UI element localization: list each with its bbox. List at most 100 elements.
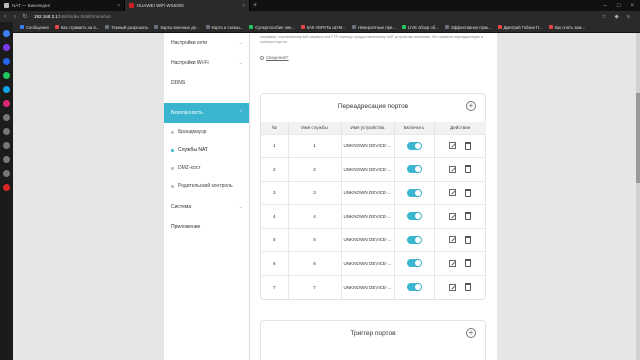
messenger-icon[interactable] (3, 44, 10, 51)
edit-icon[interactable] (449, 142, 457, 150)
back-icon[interactable]: ‹ (0, 14, 10, 20)
browser-tab[interactable]: NAT — Википедия × (0, 0, 125, 11)
forward-icon[interactable]: › (10, 14, 20, 20)
cell-actions (434, 133, 486, 158)
edit-icon[interactable] (449, 212, 457, 220)
settings-icon[interactable] (3, 170, 10, 177)
trash-icon[interactable] (465, 259, 472, 268)
home-icon[interactable] (3, 30, 10, 37)
menu-icon[interactable]: ≡ (627, 14, 630, 20)
bookmark-item[interactable]: Как стримить на в... (54, 25, 99, 30)
enable-toggle[interactable] (406, 188, 422, 197)
enable-toggle[interactable] (406, 212, 422, 221)
sidebar-subitem-nat[interactable]: Службы NAT (164, 141, 249, 159)
vk-icon[interactable] (3, 58, 10, 65)
bookmark-label: Невероятные при... (357, 24, 396, 30)
trash-icon[interactable] (465, 188, 472, 197)
trash-icon[interactable] (465, 235, 472, 244)
extensions-icon[interactable]: ◆ (615, 14, 619, 20)
enable-toggle[interactable] (406, 141, 422, 150)
bookmark-item[interactable]: Дмитрий Гобзин П... (497, 24, 543, 30)
tab-title: HUAWEI WiFi WS5200 (137, 3, 184, 8)
enable-toggle[interactable] (406, 235, 422, 244)
maximize-icon[interactable]: □ (617, 3, 621, 9)
heart-icon[interactable] (3, 142, 10, 149)
details-link[interactable]: Сведения? (260, 55, 289, 60)
row-actions (449, 188, 472, 197)
browser-tab-active[interactable]: HUAWEI WiFi WS5200 × (125, 0, 250, 11)
history-icon[interactable] (3, 114, 10, 121)
bookmark-item[interactable]: КАК УБРАТЬ ШУМ... (300, 25, 346, 30)
bookmark-item[interactable]: LIVE обзор об... (401, 24, 439, 30)
cell-device-name: UNKNOWN DEVICE-... (341, 204, 395, 228)
enable-toggle[interactable] (406, 283, 422, 291)
bookmark-label: Дмитрий Гобзин П... (503, 24, 543, 30)
trash-icon[interactable] (465, 141, 472, 150)
enable-toggle[interactable] (406, 259, 422, 268)
details-link-label: Сведения? (266, 55, 289, 60)
sidebar-item-system[interactable]: Система ⌄ (164, 197, 249, 217)
sidebar-item-security[interactable]: Безопасность ⌃ (164, 103, 249, 123)
close-window-icon[interactable]: × (630, 3, 634, 9)
bookmark-item[interactable]: Эффективная прак... (444, 25, 492, 30)
browser-side-panel (0, 22, 13, 360)
cell-enable (394, 227, 435, 252)
telegram-icon[interactable] (3, 86, 10, 93)
cell-device-name: UNKNOWN DEVICE-... (341, 274, 395, 299)
url-field[interactable]: 192.168.3.1/html/index.html#/more/nat (34, 14, 602, 19)
sidebar-item-label: DDNS (171, 80, 186, 86)
cell-device-name: UNKNOWN DEVICE-... (341, 251, 395, 275)
bookmark-item[interactable]: Темный разрешать (105, 25, 148, 30)
sidebar-item-ddns[interactable]: DDNS (164, 73, 249, 93)
trash-icon[interactable] (465, 165, 472, 174)
main-content: например, портативному веб-серверу или F… (250, 33, 497, 360)
sidebar-item-applications[interactable]: Приложение (164, 217, 249, 237)
chevron-down-icon: ⌄ (238, 40, 243, 46)
bookmark-item[interactable]: Как снять зам... (548, 25, 585, 30)
bookmark-favicon-icon (105, 25, 110, 29)
add-trigger-plus-icon[interactable]: + (466, 328, 476, 338)
cell-actions (434, 157, 486, 181)
sidebar-item-network[interactable]: Настройки сети ⌄ (164, 33, 249, 53)
row-actions (449, 212, 472, 221)
bookmark-item[interactable]: Невероятные при... (351, 24, 396, 30)
new-tab-icon[interactable]: + (250, 2, 260, 9)
tab-close-icon[interactable]: × (117, 3, 120, 9)
bookmark-star-icon[interactable]: ☆ (602, 14, 607, 20)
bookmark-item[interactable]: Карта и схемы... (205, 25, 243, 30)
add-forwarding-plus-icon[interactable]: + (466, 101, 476, 111)
tab-close-icon[interactable]: × (242, 3, 245, 9)
reload-icon[interactable]: ↻ (20, 13, 30, 20)
sidebar-subitem-parental[interactable]: Родительский контроль (164, 177, 249, 195)
row-actions (449, 235, 472, 244)
minimize-icon[interactable]: – (604, 3, 607, 9)
edit-icon[interactable] (449, 259, 457, 267)
bookmark-item[interactable]: Карты военных де... (154, 25, 200, 30)
edit-icon[interactable] (449, 189, 457, 197)
trash-icon[interactable] (465, 212, 472, 221)
scrollbar-thumb[interactable] (636, 93, 640, 183)
instagram-icon[interactable] (3, 100, 10, 107)
row-actions (449, 259, 472, 268)
bookmark-item[interactable]: Сообщения (20, 25, 49, 30)
sidebar-subitem-dmz[interactable]: DMZ-хост (164, 159, 249, 177)
toggle-knob (414, 142, 421, 149)
sidebar-subitem-firewall[interactable]: Брандмауэр (164, 123, 249, 141)
play-icon[interactable] (3, 128, 10, 135)
row-actions (449, 283, 472, 291)
whatsapp-icon[interactable] (3, 72, 10, 79)
row-actions (449, 165, 472, 174)
clock-icon[interactable] (3, 156, 10, 163)
edit-icon[interactable] (449, 165, 457, 173)
edit-icon[interactable] (449, 283, 457, 291)
flag-icon[interactable] (3, 184, 10, 191)
sidebar-item-wifi[interactable]: Настройки Wi-Fi ⌄ (164, 53, 249, 73)
bookmark-item[interactable]: Суперпособие лик... (249, 25, 295, 30)
edit-icon[interactable] (449, 236, 457, 244)
trash-icon[interactable] (465, 283, 472, 291)
bullet-icon (171, 184, 174, 188)
cell-device-name: UNKNOWN DEVICE-... (341, 227, 395, 252)
bookmark-label: LIVE обзор об... (407, 24, 439, 30)
enable-toggle[interactable] (406, 165, 422, 174)
scrollbar[interactable] (636, 33, 640, 360)
